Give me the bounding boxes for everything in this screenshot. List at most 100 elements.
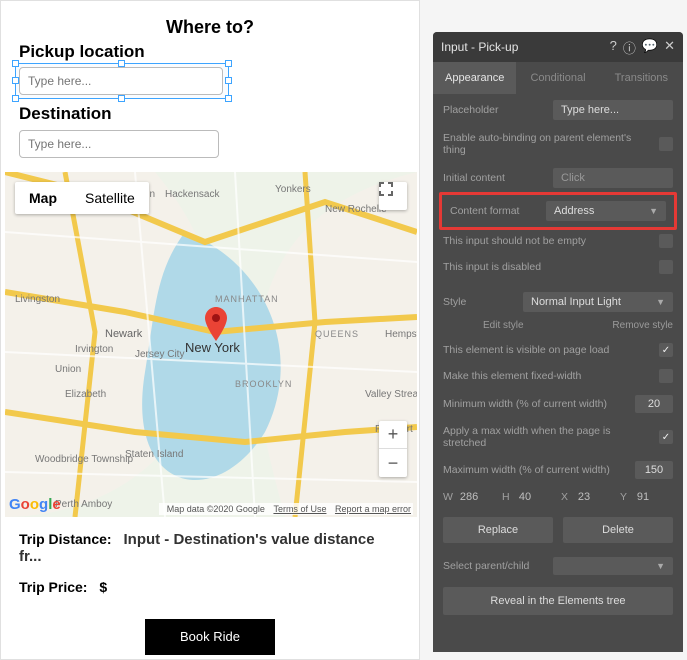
map[interactable]: Yonkers New Rochelle Clifton Paterson Ha… [5,172,417,517]
resize-handle-tl[interactable] [12,60,19,67]
pickup-input[interactable] [19,67,223,95]
property-editor: Input - Pick-up ? ⓘ 💬 ✕ Appearance Condi… [433,32,683,652]
svg-text:Valley Stream: Valley Stream [365,389,417,400]
svg-text:Hackensack: Hackensack [165,189,220,200]
svg-text:QUEENS: QUEENS [315,329,359,339]
visible-checkbox[interactable] [659,343,673,357]
svg-text:Perth Amboy: Perth Amboy [55,499,112,510]
h-label: H [502,491,513,503]
x-label: X [561,491,572,503]
tab-conditional[interactable]: Conditional [516,62,599,94]
zoom-out-button[interactable]: − [379,449,407,477]
initial-content-label: Initial content [443,172,547,184]
placeholder-field[interactable]: Type here... [553,100,673,120]
panel-header[interactable]: Input - Pick-up ? ⓘ 💬 ✕ [433,32,683,62]
fixed-width-label: Make this element fixed-width [443,370,653,382]
w-label: W [443,491,454,503]
autobinding-label: Enable auto-binding on parent element's … [443,132,653,156]
zoom-controls: + − [379,421,407,477]
not-empty-checkbox[interactable] [659,234,673,248]
resize-handle-br[interactable] [225,95,232,102]
svg-text:Newark: Newark [105,328,143,340]
chevron-down-icon: ▼ [656,297,665,307]
destination-input[interactable] [19,130,219,158]
map-attribution: Map data ©2020 Google Terms of Use Repor… [159,503,413,515]
autobinding-checkbox[interactable] [659,137,673,151]
book-ride-button[interactable]: Book Ride [145,619,275,655]
svg-text:Irvington: Irvington [75,344,113,355]
not-empty-label: This input should not be empty [443,235,653,247]
help-icon[interactable]: ? [610,38,617,57]
max-width-label: Maximum width (% of current width) [443,464,629,476]
replace-button[interactable]: Replace [443,517,553,543]
svg-text:Woodbridge Township: Woodbridge Township [35,454,133,465]
svg-text:Livingston: Livingston [15,294,60,305]
disabled-label: This input is disabled [443,261,653,273]
chevron-down-icon: ▼ [656,561,665,571]
svg-text:MANHATTAN: MANHATTAN [215,294,279,304]
max-width-input[interactable]: 150 [635,461,673,479]
delete-button[interactable]: Delete [563,517,673,543]
trip-distance-row: Trip Distance: Input - Destination's val… [19,531,401,565]
initial-content-field[interactable]: Click [553,168,673,188]
y-input[interactable]: 91 [637,491,673,503]
comment-icon[interactable]: 💬 [642,38,658,57]
trip-price-currency: $ [99,579,107,595]
tab-appearance[interactable]: Appearance [433,62,516,94]
chevron-down-icon: ▼ [649,206,658,216]
map-type-satellite[interactable]: Satellite [71,182,149,214]
resize-handle-bc[interactable] [118,95,125,102]
report-error-link[interactable]: Report a map error [335,504,411,514]
pickup-label: Pickup location [19,42,401,62]
width-input[interactable]: 286 [460,491,496,503]
select-parent-dropdown[interactable]: ▼ [553,557,673,575]
map-type-toggle: Map Satellite [15,182,149,214]
x-input[interactable]: 23 [578,491,614,503]
style-value: Normal Input Light [531,296,621,308]
map-data-text: Map data ©2020 Google [167,504,265,514]
svg-text:Jersey City: Jersey City [135,349,184,360]
resize-handle-ml[interactable] [12,77,19,84]
map-tiles: Yonkers New Rochelle Clifton Paterson Ha… [5,172,417,517]
resize-handle-tc[interactable] [118,60,125,67]
close-icon[interactable]: ✕ [664,38,675,57]
style-select[interactable]: Normal Input Light ▼ [523,292,673,312]
edit-style-link[interactable]: Edit style [483,320,524,331]
min-width-input[interactable]: 20 [635,395,673,413]
remove-style-link[interactable]: Remove style [612,320,673,331]
svg-text:New York: New York [185,340,240,355]
svg-text:Elizabeth: Elizabeth [65,389,106,400]
resize-handle-mr[interactable] [225,77,232,84]
zoom-in-button[interactable]: + [379,421,407,449]
placeholder-label: Placeholder [443,104,547,116]
fixed-width-checkbox[interactable] [659,369,673,383]
page-title: Where to? [1,17,419,38]
fullscreen-icon [379,182,393,196]
reveal-button[interactable]: Reveal in the Elements tree [443,587,673,615]
disabled-checkbox[interactable] [659,260,673,274]
svg-text:Union: Union [55,364,81,375]
svg-text:Staten Island: Staten Island [125,449,183,460]
content-format-value: Address [554,205,594,217]
fullscreen-button[interactable] [379,182,407,210]
panel-title: Input - Pick-up [441,40,610,54]
map-type-map[interactable]: Map [15,182,71,214]
trip-price-label: Trip Price: [19,579,87,595]
app-canvas: Where to? Pickup location Destination [0,0,420,660]
content-format-select[interactable]: Address ▼ [546,201,666,221]
style-label: Style [443,296,517,308]
height-input[interactable]: 40 [519,491,555,503]
max-width-apply-checkbox[interactable] [659,430,673,444]
content-format-highlight: Content format Address ▼ [439,192,677,230]
geometry-row: W 286 H 40 X 23 Y 91 [433,485,683,509]
selection-outline[interactable] [15,63,229,99]
terms-link[interactable]: Terms of Use [273,504,326,514]
resize-handle-bl[interactable] [12,95,19,102]
resize-handle-tr[interactable] [225,60,232,67]
svg-text:BROOKLYN: BROOKLYN [235,379,292,389]
info-icon[interactable]: ⓘ [623,38,636,57]
min-width-label: Minimum width (% of current width) [443,398,629,410]
trip-distance-label: Trip Distance: [19,531,112,547]
destination-label: Destination [19,104,401,124]
tab-transitions[interactable]: Transitions [600,62,683,94]
